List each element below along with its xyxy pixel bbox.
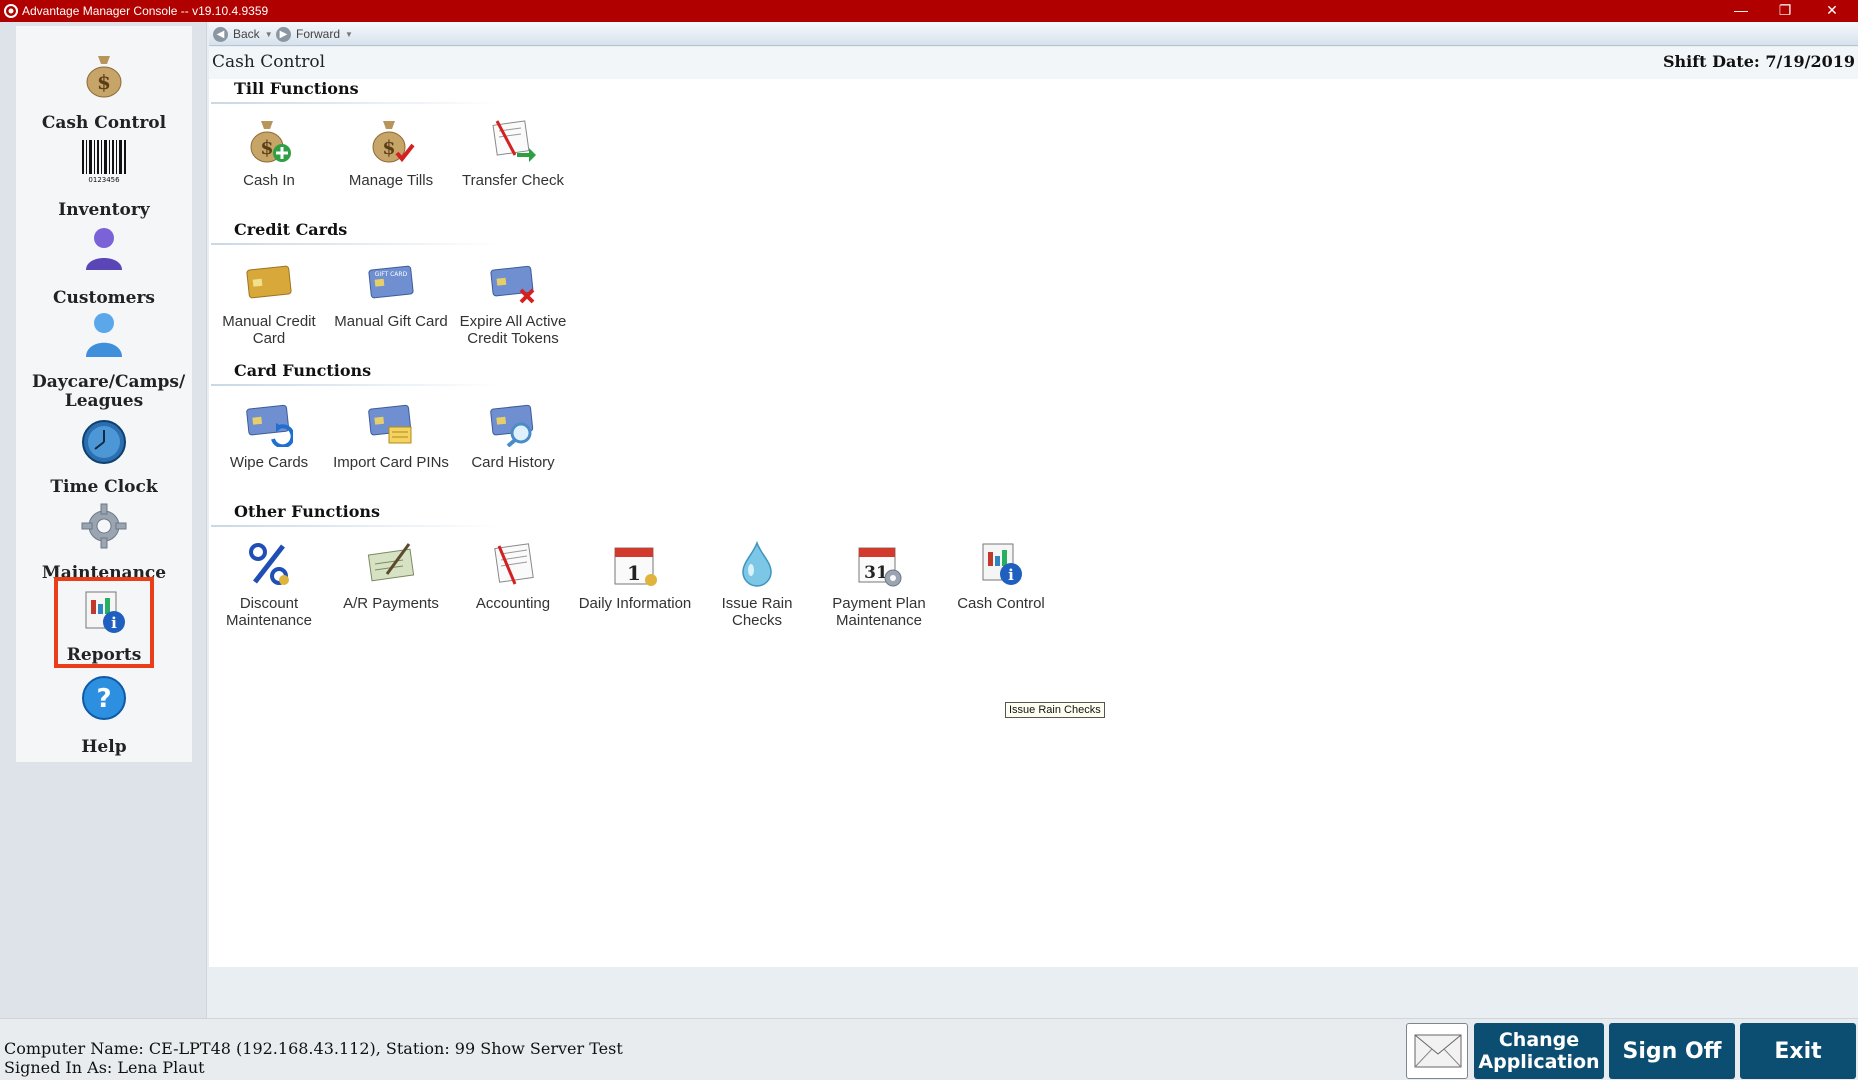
section-title-card-functions: Card Functions bbox=[234, 361, 372, 380]
svg-text:?: ? bbox=[96, 684, 111, 714]
percent-icon bbox=[249, 543, 289, 585]
card-history-icon bbox=[490, 404, 534, 447]
func-label: Card History bbox=[471, 454, 555, 471]
func-label: Transfer Check bbox=[462, 172, 564, 189]
sidebar-item-label: Daycare/Camps/ Leagues bbox=[32, 372, 186, 411]
envelope-icon bbox=[1414, 1034, 1462, 1068]
svg-text:$: $ bbox=[97, 70, 111, 94]
person-icon bbox=[86, 228, 122, 270]
back-arrow-icon: ◀ bbox=[213, 26, 228, 42]
restore-button[interactable]: ❐ bbox=[1762, 0, 1808, 22]
close-button[interactable]: ✕ bbox=[1809, 0, 1855, 22]
section-title-credit-cards: Credit Cards bbox=[234, 220, 348, 239]
func-label: Manage Tills bbox=[348, 172, 434, 189]
signed-in-status: Signed In As: Lena Plaut bbox=[4, 1058, 205, 1077]
section-title-till-functions: Till Functions bbox=[234, 79, 359, 98]
func-label: Cash In bbox=[243, 172, 295, 189]
mail-button[interactable] bbox=[1406, 1023, 1468, 1079]
sidebar-item-label: Cash Control bbox=[41, 113, 167, 133]
sidebar-item-label: Help bbox=[81, 737, 127, 757]
svg-text:0123456: 0123456 bbox=[88, 176, 120, 184]
func-label: Daily Information bbox=[578, 595, 692, 612]
svg-text:$: $ bbox=[260, 137, 273, 159]
import-pins-icon bbox=[368, 404, 412, 444]
expire-card-icon bbox=[490, 265, 535, 304]
gear-icon bbox=[81, 503, 127, 549]
clock-icon bbox=[82, 420, 126, 464]
func-label: Wipe Cards bbox=[229, 454, 309, 471]
exit-button[interactable]: Exit bbox=[1740, 1023, 1856, 1079]
func-label: Manual Gift Card bbox=[334, 313, 448, 330]
svg-text:i: i bbox=[1008, 566, 1014, 584]
change-application-button[interactable]: Change Application bbox=[1474, 1023, 1604, 1079]
accounting-icon bbox=[494, 543, 534, 585]
sidebar-item-help[interactable]: ? Help bbox=[16, 674, 192, 758]
func-label: Manual Credit Card bbox=[222, 313, 316, 347]
wipe-cards-icon bbox=[246, 404, 293, 447]
help-icon: ? bbox=[82, 676, 126, 720]
money-bag-icon: $ bbox=[86, 56, 122, 98]
forward-label: Forward bbox=[296, 27, 341, 41]
func-label: Cash Control bbox=[957, 595, 1045, 612]
svg-text:31: 31 bbox=[864, 563, 888, 583]
footer-status-bar: Computer Name: CE-LPT48 (192.168.43.112)… bbox=[0, 1018, 1858, 1080]
section-divider bbox=[211, 525, 501, 527]
section-title-other-functions: Other Functions bbox=[234, 502, 381, 521]
back-dropdown-icon[interactable]: ▼ bbox=[265, 30, 273, 39]
main-content: Cash Control Shift Date: 7/19/2019 Till … bbox=[209, 47, 1858, 967]
raindrop-icon bbox=[742, 540, 772, 587]
minimize-button[interactable]: — bbox=[1718, 0, 1764, 22]
forward-button[interactable]: ▶ Forward ▼ bbox=[276, 26, 353, 42]
svg-text:GIFT CARD: GIFT CARD bbox=[375, 271, 408, 278]
forward-dropdown-icon[interactable]: ▼ bbox=[345, 30, 353, 39]
svg-text:1: 1 bbox=[627, 561, 641, 585]
sidebar-item-cash-control[interactable]: $ Cash Control bbox=[16, 26, 192, 133]
sidebar-item-maintenance[interactable]: Maintenance bbox=[16, 500, 192, 584]
sidebar-item-label: Time Clock bbox=[50, 477, 158, 497]
page-title: Cash Control bbox=[212, 52, 326, 72]
check-pen-icon bbox=[367, 543, 415, 582]
computer-name-status: Computer Name: CE-LPT48 (192.168.43.112)… bbox=[4, 1039, 623, 1058]
sidebar-item-time-clock[interactable]: Time Clock bbox=[16, 414, 192, 500]
shift-date: Shift Date: 7/19/2019 bbox=[1662, 52, 1855, 71]
barcode-icon: 0123456 bbox=[82, 140, 126, 184]
tooltip: Issue Rain Checks bbox=[1005, 702, 1105, 718]
report-info-icon: i bbox=[982, 543, 1022, 585]
section-divider bbox=[211, 243, 501, 245]
manage-tills-icon: $ bbox=[372, 121, 415, 163]
forward-arrow-icon: ▶ bbox=[276, 26, 291, 42]
person-blue-icon bbox=[86, 313, 122, 357]
sidebar-item-inventory[interactable]: 0123456 Inventory bbox=[16, 136, 192, 222]
transfer-check-icon bbox=[492, 120, 536, 162]
func-label: Import Card PINs bbox=[333, 454, 449, 471]
section-divider bbox=[211, 384, 501, 386]
func-label: Payment Plan Maintenance bbox=[832, 595, 926, 629]
gift-card-icon: GIFT CARD bbox=[368, 265, 414, 299]
func-label: Expire All Active Credit Tokens bbox=[459, 313, 567, 347]
title-bar: Advantage Manager Console -- v19.10.4.93… bbox=[0, 0, 1858, 22]
func-label: A/R Payments bbox=[343, 595, 439, 612]
sidebar-item-label: Customers bbox=[53, 288, 155, 308]
page-header: Cash Control Shift Date: 7/19/2019 bbox=[209, 47, 1858, 79]
calendar-1-icon: 1 bbox=[614, 547, 657, 586]
func-label: Discount Maintenance bbox=[226, 595, 312, 629]
window-title: Advantage Manager Console -- v19.10.4.93… bbox=[22, 4, 269, 18]
cash-in-icon: $ bbox=[250, 121, 291, 163]
section-divider bbox=[211, 102, 501, 104]
back-label: Back bbox=[233, 27, 260, 41]
sidebar-item-label: Inventory bbox=[58, 200, 150, 220]
reports-highlight-box bbox=[54, 577, 154, 668]
navigation-bar: ◀ Back ▼ ▶ Forward ▼ bbox=[209, 22, 1858, 46]
sidebar: $ Cash Control 0123456 Inventory Custome… bbox=[16, 26, 192, 762]
func-label: Issue Rain Checks bbox=[721, 595, 793, 629]
back-button[interactable]: ◀ Back ▼ bbox=[213, 26, 273, 42]
calendar-31-icon: 31 bbox=[858, 547, 902, 587]
sidebar-item-daycare-camps-leagues[interactable]: Daycare/Camps/ Leagues bbox=[16, 310, 192, 414]
app-logo-icon bbox=[4, 4, 18, 18]
svg-text:$: $ bbox=[382, 137, 395, 159]
sign-off-button[interactable]: Sign Off bbox=[1609, 1023, 1735, 1079]
func-label: Accounting bbox=[475, 595, 551, 612]
credit-card-icon bbox=[246, 265, 292, 299]
sidebar-item-customers[interactable]: Customers bbox=[16, 224, 192, 310]
